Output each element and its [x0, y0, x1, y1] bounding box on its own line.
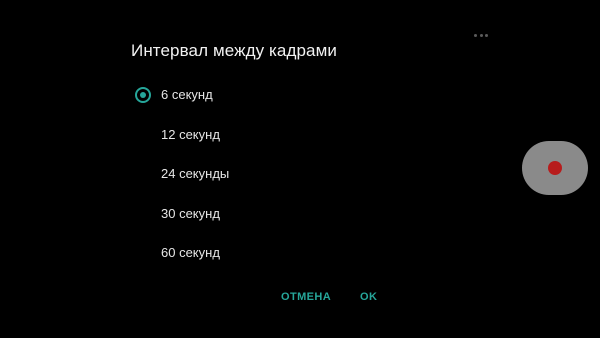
option-30-seconds[interactable]: 30 секунд — [131, 194, 431, 234]
dialog-title: Интервал между кадрами — [131, 41, 337, 60]
ok-button[interactable]: OK — [360, 291, 377, 303]
radio-unchecked-icon[interactable] — [135, 245, 151, 261]
option-60-seconds[interactable]: 60 секунд — [131, 233, 431, 273]
option-label: 30 секунд — [161, 205, 220, 221]
option-12-seconds[interactable]: 12 секунд — [131, 115, 431, 155]
radio-unchecked-icon[interactable] — [135, 166, 151, 182]
cancel-button[interactable]: ОТМЕНА — [281, 291, 331, 303]
camera-screen: Интервал между кадрами 6 секунд 12 секун… — [0, 0, 600, 338]
option-label: 6 секунд — [161, 87, 213, 102]
radio-unchecked-icon[interactable] — [135, 206, 151, 222]
interval-options-list: 6 секунд 12 секунд 24 секунды 30 секунд … — [131, 75, 431, 273]
radio-checked-icon[interactable] — [135, 87, 151, 103]
option-6-seconds[interactable]: 6 секунд — [131, 75, 431, 115]
radio-unchecked-icon[interactable] — [135, 127, 151, 143]
option-24-seconds[interactable]: 24 секунды — [131, 154, 431, 194]
option-label: 60 секунд — [161, 245, 220, 260]
option-label: 12 секунд — [161, 126, 220, 142]
interval-dialog: Интервал между кадрами 6 секунд 12 секун… — [0, 0, 600, 338]
option-label: 24 секунды — [161, 166, 230, 181]
dialog-actions: ОТМЕНА OK — [0, 291, 600, 307]
